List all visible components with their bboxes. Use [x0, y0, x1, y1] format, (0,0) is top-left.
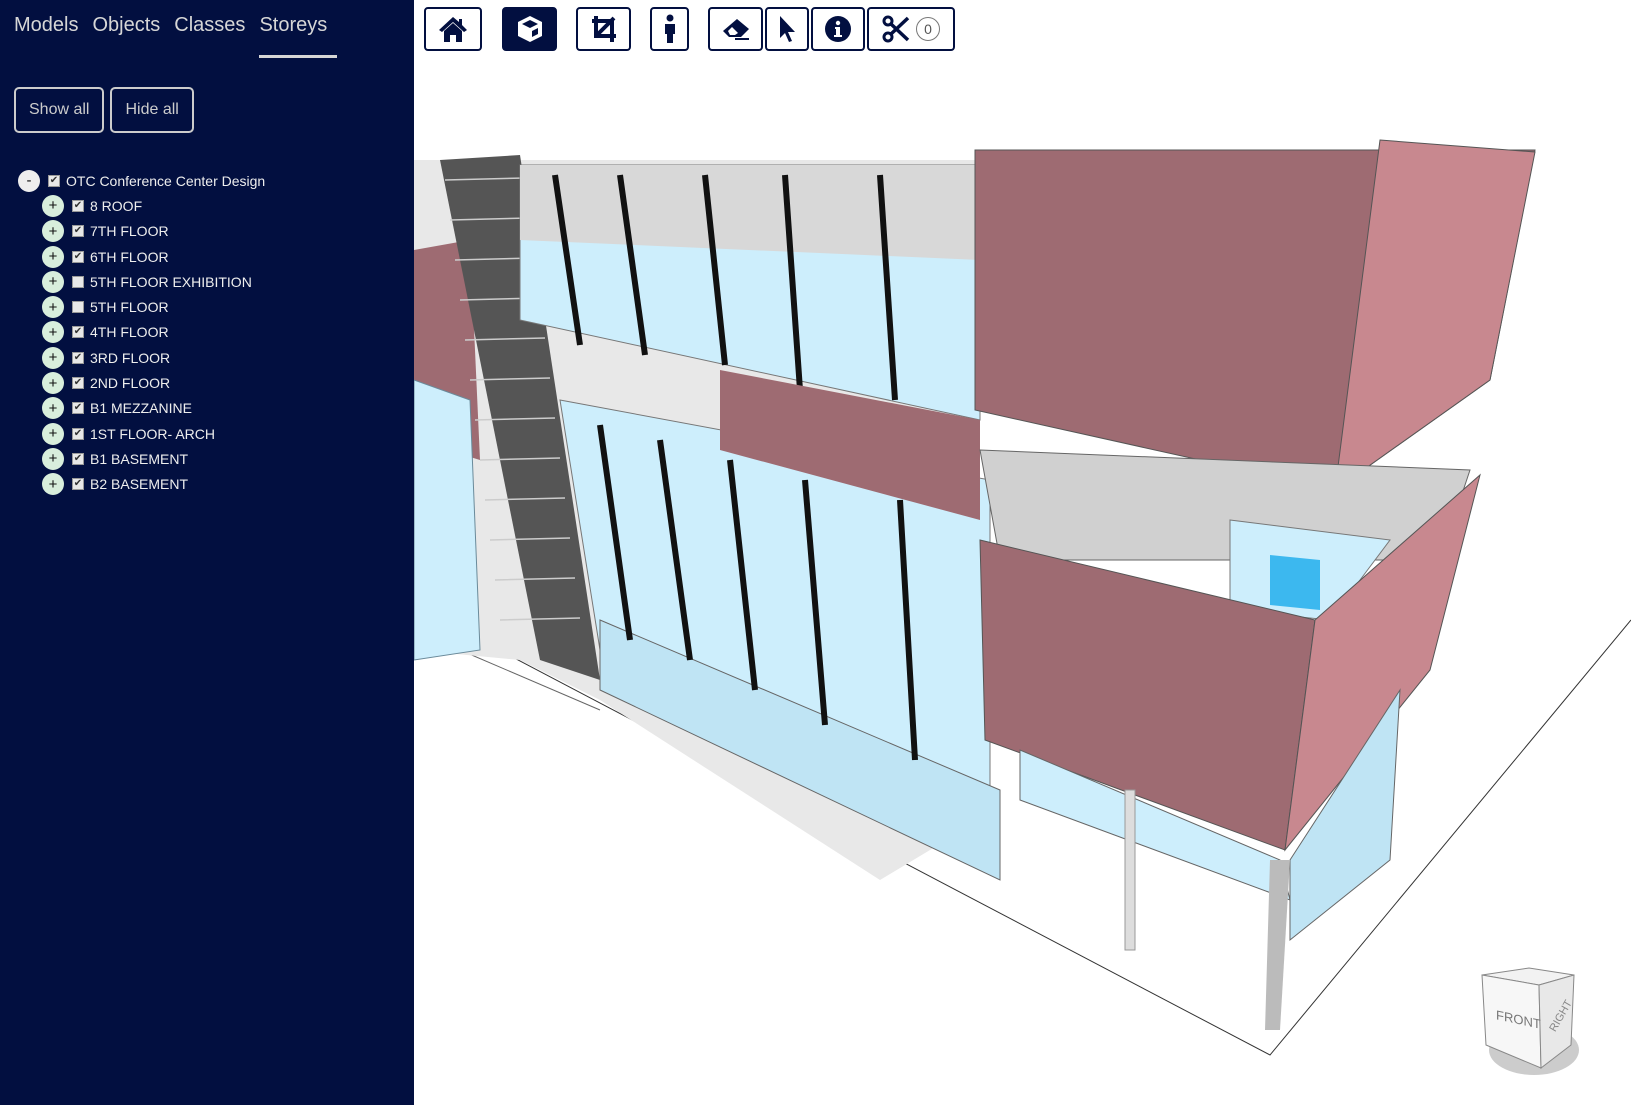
tree-node-label[interactable]: 5TH FLOOR	[90, 299, 169, 315]
expand-toggle[interactable]: +	[42, 372, 64, 395]
collapse-toggle[interactable]: -	[18, 169, 40, 192]
expand-toggle[interactable]: +	[42, 220, 64, 243]
expand-toggle[interactable]: +	[42, 321, 64, 344]
visibility-checkbox[interactable]: ✔	[72, 427, 84, 440]
visibility-checkbox[interactable]: ✔	[72, 199, 84, 212]
tree-node-label[interactable]: 5TH FLOOR EXHIBITION	[90, 274, 252, 290]
tree-node-storey: +5TH FLOOR	[42, 294, 265, 319]
visibility-checkbox[interactable]: ✔	[72, 250, 84, 263]
tree-node-root: - ✔ OTC Conference Center Design	[18, 168, 265, 193]
expand-toggle[interactable]: +	[42, 397, 64, 420]
visibility-checkbox[interactable]: ✔	[72, 452, 84, 465]
3d-viewport[interactable]: FRONT RIGHT	[413, 0, 1631, 1105]
tree-node-label[interactable]: 2ND FLOOR	[90, 375, 170, 391]
tree-node-storey: + ✔ 3RD FLOOR	[42, 345, 265, 370]
visibility-checkbox[interactable]: ✔	[72, 478, 84, 491]
expand-toggle[interactable]: +	[42, 447, 64, 470]
tab-storeys[interactable]: Storeys	[259, 14, 338, 58]
tree-node-label[interactable]: 6TH FLOOR	[90, 249, 169, 265]
tab-classes[interactable]: Classes	[174, 14, 245, 58]
tree-node-storey: +5TH FLOOR EXHIBITION	[42, 269, 265, 294]
hide-all-button[interactable]: Hide all	[110, 87, 194, 133]
tree-node-storey: + ✔ 2ND FLOOR	[42, 370, 265, 395]
tree-node-label[interactable]: B2 BASEMENT	[90, 476, 188, 492]
tab-models[interactable]: Models	[14, 14, 78, 58]
tree-node-label[interactable]: 8 ROOF	[90, 198, 142, 214]
tree-node-storey: + ✔ B1 MEZZANINE	[42, 396, 265, 421]
navigation-cube[interactable]: FRONT RIGHT	[1474, 960, 1584, 1080]
visibility-checkbox[interactable]: ✔	[72, 225, 84, 238]
expand-toggle[interactable]: +	[42, 473, 64, 496]
visibility-checkbox[interactable]: ✔	[72, 402, 84, 415]
visibility-checkbox[interactable]: ✔	[72, 326, 84, 339]
storeys-tree: - ✔ OTC Conference Center Design + ✔ 8 ROO…	[18, 168, 265, 497]
tree-node-label[interactable]: 3RD FLOOR	[90, 350, 170, 366]
tree-node-storey: + ✔ B2 BASEMENT	[42, 472, 265, 497]
sidebar-tabs: Models Objects Classes Storeys	[14, 14, 338, 58]
visibility-checkbox[interactable]	[72, 275, 84, 288]
tree-node-storey: + ✔ 1ST FLOOR- ARCH	[42, 421, 265, 446]
expand-toggle[interactable]: +	[42, 296, 64, 319]
tree-node-label[interactable]: 4TH FLOOR	[90, 324, 169, 340]
tree-node-label[interactable]: OTC Conference Center Design	[66, 173, 265, 189]
expand-toggle[interactable]: +	[42, 245, 64, 268]
tree-node-label[interactable]: 7TH FLOOR	[90, 223, 169, 239]
expand-toggle[interactable]: +	[42, 270, 64, 293]
tree-node-storey: + ✔ 6TH FLOOR	[42, 244, 265, 269]
tab-objects[interactable]: Objects	[92, 14, 160, 58]
visibility-checkbox[interactable]: ✔	[48, 174, 60, 187]
tree-node-storey: + ✔ 7TH FLOOR	[42, 219, 265, 244]
visibility-checkbox[interactable]: ✔	[72, 351, 84, 364]
building-model[interactable]	[413, 0, 1631, 1105]
tree-node-storey: + ✔ B1 BASEMENT	[42, 446, 265, 471]
show-all-button[interactable]: Show all	[14, 87, 105, 133]
tree-node-label[interactable]: B1 MEZZANINE	[90, 400, 192, 416]
expand-toggle[interactable]: +	[42, 422, 64, 445]
tree-node-storey: + ✔ 8 ROOF	[42, 193, 265, 218]
tree-node-label[interactable]: 1ST FLOOR- ARCH	[90, 426, 215, 442]
tree-node-storey: + ✔ 4TH FLOOR	[42, 320, 265, 345]
visibility-checkbox[interactable]	[72, 301, 84, 314]
visibility-checkbox[interactable]: ✔	[72, 377, 84, 390]
expand-toggle[interactable]: +	[42, 194, 64, 217]
expand-toggle[interactable]: +	[42, 346, 64, 369]
tree-node-label[interactable]: B1 BASEMENT	[90, 451, 188, 467]
sidebar: Models Objects Classes Storeys Show all Hid…	[0, 0, 414, 1105]
